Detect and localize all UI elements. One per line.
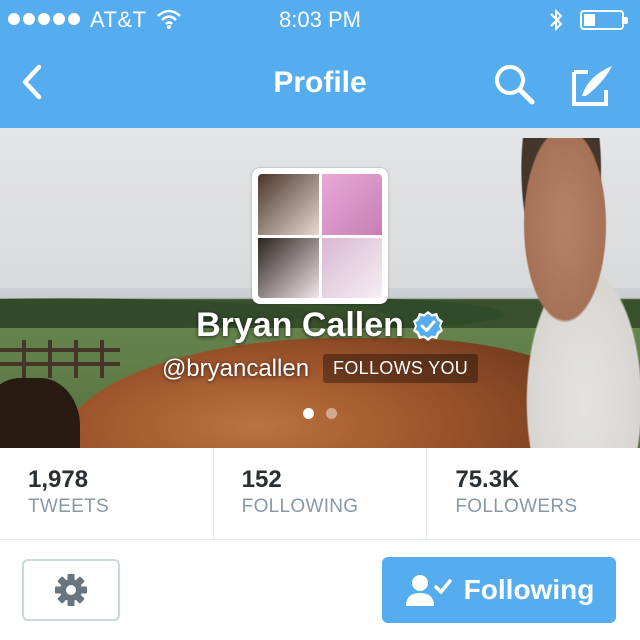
- stat-followers[interactable]: 75.3K FOLLOWERS: [427, 448, 640, 539]
- battery-icon: [580, 10, 628, 30]
- profile-name: Bryan Callen: [196, 306, 404, 344]
- profile-header[interactable]: Bryan Callen @bryancallen FOLLOWS YOU: [0, 128, 640, 448]
- profile-actions: Following: [0, 541, 640, 640]
- search-icon: [495, 65, 535, 105]
- clock: 8:03 PM: [279, 7, 361, 32]
- profile-stats: 1,978 TWEETS 152 FOLLOWING 75.3K FOLLOWE…: [0, 448, 640, 540]
- avatar[interactable]: [252, 168, 388, 304]
- status-bar: AT&T 8:03 PM: [0, 0, 640, 40]
- following-button[interactable]: Following: [382, 557, 616, 623]
- stat-value: 1,978: [28, 466, 89, 493]
- stat-value: 152: [241, 466, 282, 493]
- search-button[interactable]: [492, 62, 536, 111]
- settings-button[interactable]: [22, 559, 120, 621]
- page-title: Profile: [273, 66, 367, 99]
- stat-tweets[interactable]: 1,978 TWEETS: [0, 448, 214, 539]
- follows-you-badge: FOLLOWS YOU: [323, 354, 479, 383]
- stat-label: FOLLOWING: [241, 496, 359, 517]
- pager-dot-2[interactable]: [326, 408, 337, 419]
- pager-dot-1[interactable]: [303, 408, 314, 419]
- stat-value: 75.3K: [455, 466, 520, 493]
- header-pager[interactable]: [0, 408, 640, 419]
- compose-icon: [572, 66, 612, 106]
- stat-label: FOLLOWERS: [455, 496, 578, 517]
- handle-row: @bryancallen FOLLOWS YOU: [0, 354, 640, 383]
- following-label: Following: [463, 574, 595, 605]
- gear-icon: [55, 574, 87, 606]
- stat-label: TWEETS: [28, 496, 109, 517]
- person-check-icon: [405, 575, 452, 606]
- bluetooth-icon: [548, 7, 564, 39]
- battery-level: [584, 14, 595, 26]
- nav-bar: Profile: [0, 40, 640, 128]
- compose-button[interactable]: [570, 62, 616, 113]
- profile-handle: @bryancallen: [161, 354, 310, 382]
- profile-name-row: Bryan Callen: [0, 306, 640, 345]
- verified-badge-icon: [412, 310, 443, 341]
- stat-following[interactable]: 152 FOLLOWING: [214, 448, 428, 539]
- top-bar: AT&T 8:03 PM Profile: [0, 0, 640, 128]
